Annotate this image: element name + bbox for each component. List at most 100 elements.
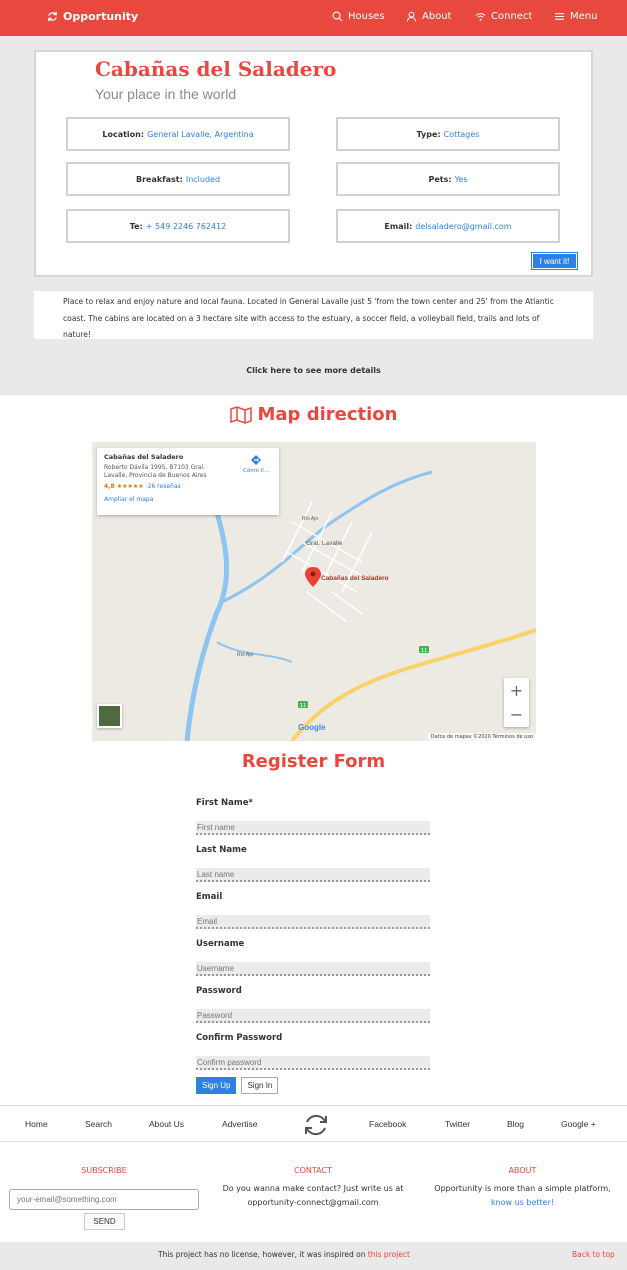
zoom-in-button[interactable]: + xyxy=(504,678,529,702)
google-logo: Google xyxy=(298,723,326,732)
nav-label: Connect xyxy=(491,11,533,22)
username-label: Username xyxy=(196,939,245,949)
register-form: First Name* Last Name Email Username Pas… xyxy=(196,798,430,1094)
zoom-out-button[interactable]: − xyxy=(504,702,529,726)
info-key: Type: xyxy=(416,129,441,139)
subscribe-email-input[interactable] xyxy=(9,1189,199,1210)
location-link[interactable]: General Lavalle, Argentina xyxy=(147,130,254,139)
know-us-link[interactable]: know us better! xyxy=(418,1196,627,1210)
refresh-icon xyxy=(48,11,57,22)
confirm-password-label: Confirm Password xyxy=(196,1033,283,1043)
map-embed[interactable]: Gral. Lavalle Cabañas del Saladero Río A… xyxy=(92,442,536,741)
info-key: Location: xyxy=(102,129,145,139)
brand-logo[interactable]: Opportunity xyxy=(47,10,138,23)
phone-link[interactable]: + 549 2246 762412 xyxy=(146,222,227,231)
top-navbar: Opportunity Houses About Connect Menu xyxy=(0,0,627,36)
pets-value: Yes xyxy=(454,174,468,184)
sign-in-button[interactable]: Sign In xyxy=(241,1077,279,1094)
bottom-bar: This project has no license, however, it… xyxy=(0,1242,627,1270)
password-label: Password xyxy=(196,986,242,996)
username-input[interactable] xyxy=(196,962,430,976)
nav-label: Houses xyxy=(348,11,385,22)
map-place-card: Cabañas del Saladero Roberto Dávila 1995… xyxy=(97,448,279,515)
map-title-text: Map direction xyxy=(257,404,398,425)
email-input[interactable] xyxy=(196,915,430,929)
footer-link-blog[interactable]: Blog xyxy=(507,1119,524,1129)
rating-value: 4,8 ★★★★★ xyxy=(104,483,144,490)
nav-label: About xyxy=(422,11,452,22)
about-title: ABOUT xyxy=(508,1166,537,1175)
nav-label: Menu xyxy=(570,11,598,22)
register-title: Register Form xyxy=(241,751,386,772)
email-link[interactable]: delsaladero@gmail.com xyxy=(415,222,511,231)
map-route-label: 11 xyxy=(300,703,306,709)
info-breakfast: Breakfast: Included xyxy=(66,162,290,196)
contact-email[interactable]: opportunity-connect@gmail.com xyxy=(208,1196,418,1210)
info-location: Location: General Lavalle, Argentina xyxy=(66,117,290,151)
menu-icon xyxy=(554,13,565,20)
type-link[interactable]: Cottages xyxy=(444,130,480,139)
wifi-icon xyxy=(475,13,486,21)
listing-description: Place to relax and enjoy nature and loca… xyxy=(34,291,593,339)
info-pets: Pets: Yes xyxy=(336,162,560,196)
listing-card: Cabañas del Saladero Your place in the w… xyxy=(34,50,593,277)
last-name-input[interactable] xyxy=(196,868,430,882)
map-marker-label: Cabañas del Saladero xyxy=(321,575,389,582)
info-email: Email: delsaladero@gmail.com xyxy=(336,209,560,243)
listing-subtitle: Your place in the world xyxy=(95,86,237,102)
map-icon xyxy=(229,405,252,424)
contact-title: CONTACT xyxy=(294,1166,332,1175)
footer-link-twitter[interactable]: Twitter xyxy=(445,1119,470,1129)
license-link[interactable]: this project xyxy=(368,1250,410,1259)
search-icon xyxy=(332,11,343,22)
send-button[interactable]: SEND xyxy=(84,1213,125,1230)
license-text: This project has no license, however, it… xyxy=(158,1250,410,1259)
enlarge-map-link[interactable]: Ampliar el mapa xyxy=(104,496,272,503)
info-key: Breakfast: xyxy=(135,174,183,184)
footer-link-advertise[interactable]: Advertise xyxy=(222,1119,257,1129)
nav-about[interactable]: About xyxy=(406,11,452,22)
satellite-toggle[interactable] xyxy=(97,704,122,728)
form-buttons: Sign Up Sign In xyxy=(196,1077,430,1094)
map-section-title: Map direction xyxy=(0,404,627,425)
password-input[interactable] xyxy=(196,1009,430,1023)
footer-link-google-plus[interactable]: Google + xyxy=(561,1119,596,1129)
directions-icon xyxy=(251,455,261,465)
directions-button[interactable]: Cómo ll... xyxy=(243,454,269,474)
footer-link-home[interactable]: Home xyxy=(25,1119,48,1129)
map-river-label-1: Río Ajo xyxy=(302,516,318,522)
info-phone: Te: + 549 2246 762412 xyxy=(66,209,290,243)
want-it-button[interactable]: I want it! xyxy=(531,252,578,270)
footer-link-about-us[interactable]: About Us xyxy=(149,1119,184,1129)
nav-houses[interactable]: Houses xyxy=(332,11,385,22)
email-label: Email xyxy=(196,892,223,902)
contact-text-line-1: Do you wanna make contact? Just write us… xyxy=(222,1184,404,1193)
contact-text: Do you wanna make contact? Just write us… xyxy=(208,1182,418,1210)
back-to-top-link[interactable]: Back to top xyxy=(572,1250,615,1259)
user-icon xyxy=(406,11,417,22)
about-text-line-1: Opportunity is more than a simple platfo… xyxy=(434,1184,611,1193)
reviews-link[interactable]: 26 reseñas xyxy=(148,483,181,490)
directions-label: Cómo ll... xyxy=(243,468,269,474)
last-name-label: Last Name xyxy=(196,845,247,855)
footer-link-search[interactable]: Search xyxy=(85,1119,112,1129)
nav-menu[interactable]: Menu xyxy=(554,11,597,22)
map-zoom-controls: + − xyxy=(504,678,529,727)
breakfast-value: Included xyxy=(185,174,221,184)
refresh-logo-icon[interactable] xyxy=(301,1113,331,1137)
subscribe-title: SUBSCRIBE xyxy=(81,1166,127,1175)
map-route-label-2: 11 xyxy=(421,648,427,654)
nav-connect[interactable]: Connect xyxy=(475,11,532,22)
info-key: Email: xyxy=(384,221,413,231)
map-river-label-2: Río Ajo xyxy=(237,652,253,658)
footer-nav: Home Search About Us Advertise Facebook … xyxy=(0,1105,627,1142)
listing-title: Cabañas del Saladero xyxy=(95,57,337,81)
map-footer-text: Datos de mapas ©2020 Términos de uso xyxy=(427,733,536,741)
info-key: Te: xyxy=(129,221,143,231)
sign-up-button[interactable]: Sign Up xyxy=(196,1077,237,1094)
brand-name: Opportunity xyxy=(63,10,139,23)
footer-link-facebook[interactable]: Facebook xyxy=(369,1119,406,1129)
confirm-password-input[interactable] xyxy=(196,1056,430,1070)
more-details-link[interactable]: Click here to see more details xyxy=(0,366,627,375)
first-name-input[interactable] xyxy=(196,821,430,835)
